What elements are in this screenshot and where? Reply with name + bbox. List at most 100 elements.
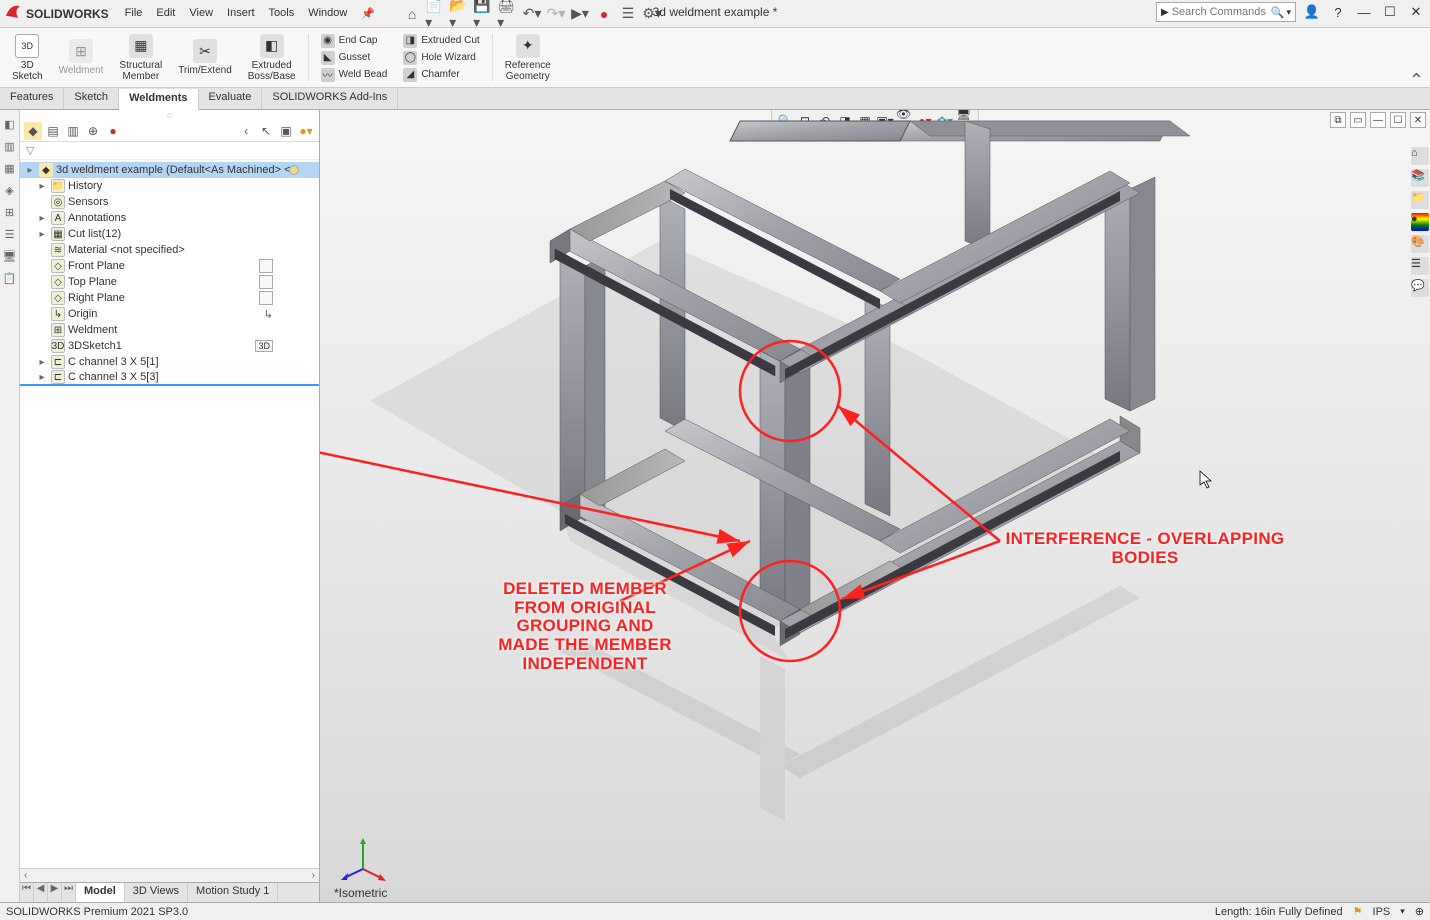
tree-item-2[interactable]: ▸AAnnotations: [20, 210, 319, 226]
tree-tab-appearance-icon[interactable]: ●: [104, 122, 122, 140]
btab-model[interactable]: Model: [76, 883, 125, 902]
tree-scroll-bar[interactable]: ‹ ›: [20, 868, 319, 882]
tab-weldments[interactable]: Weldments: [119, 89, 198, 110]
rib-weldment[interactable]: ⊞ Weldment: [51, 30, 112, 85]
search-icon[interactable]: 🔍: [1271, 6, 1285, 19]
rail-icon-1[interactable]: ◧: [2, 116, 18, 132]
orientation-triad[interactable]: [338, 834, 388, 884]
rib-hole-wizard[interactable]: ◯Hole Wizard: [401, 50, 481, 66]
btab-motion[interactable]: Motion Study 1: [188, 883, 278, 902]
tree-item-4[interactable]: ≋Material <not specified>: [20, 242, 319, 258]
expander-icon[interactable]: ▸: [36, 357, 48, 368]
plane-display-icon[interactable]: [259, 291, 273, 305]
tree-cube-icon[interactable]: ▣: [277, 122, 295, 140]
open-icon[interactable]: 📂▾: [449, 3, 471, 25]
tree-back-icon[interactable]: ‹: [237, 122, 255, 140]
status-flag-icon[interactable]: ⚑: [1353, 905, 1363, 918]
rib-extruded-cut[interactable]: ◨Extruded Cut: [401, 33, 481, 49]
origin-display-icon[interactable]: ↳: [264, 308, 273, 321]
tab-addins[interactable]: SOLIDWORKS Add-Ins: [262, 88, 398, 109]
rib-trim-extend[interactable]: ✂ Trim/Extend: [170, 30, 240, 85]
tree-item-10[interactable]: 3D3DSketch13D: [20, 338, 319, 354]
help-icon[interactable]: ?: [1328, 2, 1348, 22]
feature-tree[interactable]: ▸ ◆ 3d weldment example (Default<As Mach…: [20, 160, 319, 868]
menu-insert[interactable]: Insert: [221, 5, 261, 22]
graphics-viewport[interactable]: 🔍 ⊡ ↶ ◨ ▦ ▣▾ 👁▾ ●▾ ✿▾ 🖥▾ ⧉ ▭ — ☐ ✕ ⌂ 📚 📁…: [320, 110, 1430, 902]
menu-view[interactable]: View: [183, 5, 219, 22]
btab-last-icon[interactable]: ⏭: [62, 883, 76, 902]
expander-icon[interactable]: ▸: [36, 229, 48, 240]
select-icon[interactable]: ▶▾: [569, 3, 591, 25]
tree-item-7[interactable]: ◇Right Plane: [20, 290, 319, 306]
tab-features[interactable]: Features: [0, 88, 64, 109]
tree-item-0[interactable]: ▸📁History: [20, 178, 319, 194]
rail-icon-3[interactable]: ▦: [2, 160, 18, 176]
search-input[interactable]: [1172, 6, 1271, 18]
tree-item-5[interactable]: ◇Front Plane: [20, 258, 319, 274]
rib-3d-sketch[interactable]: 3D 3D Sketch: [4, 30, 51, 85]
expander-icon[interactable]: ▸: [24, 165, 36, 176]
sketch-display-icon[interactable]: 3D: [255, 340, 273, 352]
tab-evaluate[interactable]: Evaluate: [199, 88, 263, 109]
minimize-button[interactable]: —: [1354, 2, 1374, 22]
new-icon[interactable]: 📄▾: [425, 3, 447, 25]
expander-icon[interactable]: ▸: [36, 181, 48, 192]
menu-pin-icon[interactable]: 📌: [355, 5, 381, 22]
ribbon-collapse-icon[interactable]: ⌃: [1409, 70, 1424, 91]
menu-file[interactable]: File: [119, 5, 149, 22]
plane-display-icon[interactable]: [259, 259, 273, 273]
redo-icon[interactable]: ↷▾: [545, 3, 567, 25]
btab-prev-icon[interactable]: ◀: [34, 883, 48, 902]
home-icon[interactable]: ⌂: [401, 3, 423, 25]
save-icon[interactable]: 💾▾: [473, 3, 495, 25]
appearance-dot-icon[interactable]: [289, 165, 299, 175]
rib-structural-member[interactable]: ▦ Structural Member: [111, 30, 170, 85]
options-icon[interactable]: ☰: [617, 3, 639, 25]
expander-icon[interactable]: ▸: [36, 213, 48, 224]
search-dropdown-icon[interactable]: ▾: [1286, 7, 1291, 18]
menu-window[interactable]: Window: [302, 5, 353, 22]
rib-ref-geom[interactable]: ✦ Reference Geometry: [497, 30, 559, 85]
tab-sketch[interactable]: Sketch: [64, 88, 119, 109]
rib-end-cap[interactable]: ◉End Cap: [319, 33, 390, 49]
menu-edit[interactable]: Edit: [150, 5, 181, 22]
tree-item-11[interactable]: ▸⊏C channel 3 X 5[1]: [20, 354, 319, 370]
maximize-button[interactable]: ☐: [1380, 2, 1400, 22]
filter-icon[interactable]: ▽: [26, 144, 34, 157]
rail-icon-5[interactable]: ⊞: [2, 204, 18, 220]
search-commands[interactable]: ▶ 🔍 ▾: [1156, 2, 1296, 22]
tree-drag-handle[interactable]: ○: [20, 110, 319, 120]
status-units-dropdown-icon[interactable]: ▾: [1400, 906, 1405, 917]
rail-icon-4[interactable]: ◈: [2, 182, 18, 198]
tree-fly-icon[interactable]: ↖: [257, 122, 275, 140]
rail-icon-6[interactable]: ☰: [2, 226, 18, 242]
tree-tab-config-icon[interactable]: ▤: [44, 122, 62, 140]
scroll-left-icon[interactable]: ‹: [24, 870, 27, 881]
close-button[interactable]: ✕: [1406, 2, 1426, 22]
btab-3dviews[interactable]: 3D Views: [125, 883, 188, 902]
login-icon[interactable]: 👤: [1302, 2, 1322, 22]
tree-item-9[interactable]: ⊞Weldment: [20, 322, 319, 338]
expander-icon[interactable]: ▸: [36, 372, 48, 383]
tree-root[interactable]: ▸ ◆ 3d weldment example (Default<As Mach…: [20, 162, 319, 178]
status-gear-icon[interactable]: ⊕: [1415, 905, 1424, 918]
rail-icon-7[interactable]: 🖥: [2, 248, 18, 264]
rail-icon-8[interactable]: 📋: [2, 270, 18, 286]
tree-tab-display-icon[interactable]: ▥: [64, 122, 82, 140]
rebuild-icon[interactable]: ●: [593, 3, 615, 25]
tree-sphere-icon[interactable]: ●▾: [297, 122, 315, 140]
btab-next-icon[interactable]: ▶: [48, 883, 62, 902]
rib-weld-bead[interactable]: 〰Weld Bead: [319, 67, 390, 83]
rail-icon-2[interactable]: ▥: [2, 138, 18, 154]
tree-item-1[interactable]: ◎Sensors: [20, 194, 319, 210]
status-units[interactable]: IPS: [1373, 906, 1391, 918]
tree-item-6[interactable]: ◇Top Plane: [20, 274, 319, 290]
rib-gusset[interactable]: ◣Gusset: [319, 50, 390, 66]
print-icon[interactable]: 🖨▾: [497, 3, 519, 25]
tree-tab-prop-icon[interactable]: ⊕: [84, 122, 102, 140]
undo-icon[interactable]: ↶▾: [521, 3, 543, 25]
tree-item-12[interactable]: ▸⊏C channel 3 X 5[3]: [20, 370, 319, 386]
rib-extruded-boss[interactable]: ◧ Extruded Boss/Base: [240, 30, 304, 85]
tree-item-3[interactable]: ▸▦Cut list(12): [20, 226, 319, 242]
tree-tab-feature-icon[interactable]: ◆: [24, 122, 42, 140]
